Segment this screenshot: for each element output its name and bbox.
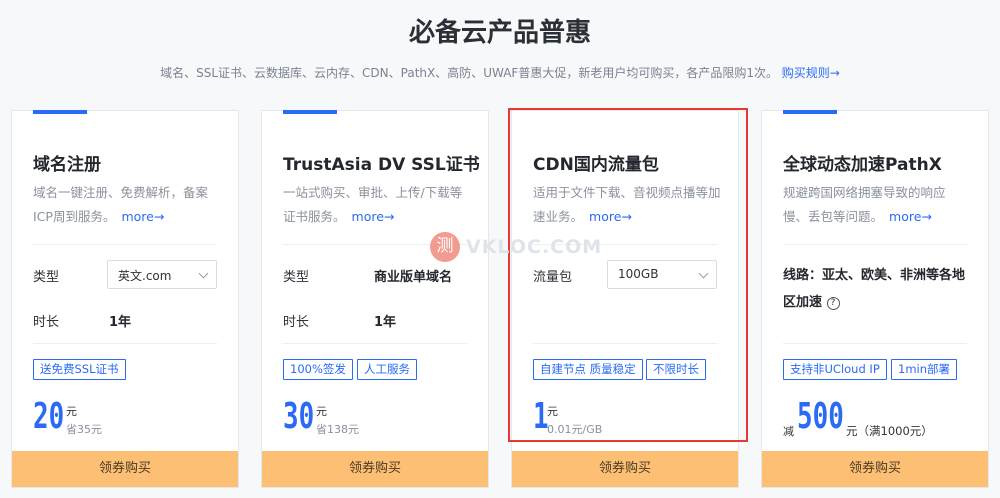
feature-tag: 支持非UCloud IP bbox=[783, 359, 887, 380]
card-ssl: TrustAsia DV SSL证书 一站式购买、审批、上传/下载等证书服务。 m… bbox=[261, 110, 489, 488]
price-unit: 元 bbox=[547, 405, 558, 418]
card-desc: 适用于文件下载、音视频点播等加速业务。 more→ bbox=[533, 181, 724, 229]
type-label: 类型 bbox=[33, 270, 60, 285]
feature-tag: 自建节点 质量稳定 bbox=[533, 359, 643, 380]
watermark-text: VKLOC.COM bbox=[466, 236, 603, 258]
traffic-package-label: 流量包 bbox=[533, 270, 573, 285]
help-icon[interactable]: ? bbox=[826, 297, 840, 310]
type-select[interactable]: 英文.com bbox=[107, 260, 217, 289]
duration-label: 时长 bbox=[283, 315, 310, 330]
card-title: 域名注册 bbox=[33, 155, 101, 175]
type-select-value: 英文.com bbox=[118, 269, 172, 283]
price-unit: 元 bbox=[316, 405, 327, 418]
divider bbox=[783, 343, 967, 344]
subtitle-text: 域名、SSL证书、云数据库、云内存、CDN、PathX、高防、UWAF普惠大促，… bbox=[160, 66, 778, 80]
savings-text: 省35元 bbox=[66, 423, 102, 436]
card-cdn: CDN国内流量包 适用于文件下载、音视频点播等加速业务。 more→ 流量包 10… bbox=[511, 110, 739, 488]
discount-prefix: 减 bbox=[783, 425, 794, 438]
duration-label: 时长 bbox=[33, 315, 60, 330]
more-link[interactable]: more→ bbox=[589, 209, 632, 224]
card-title: TrustAsia DV SSL证书 bbox=[283, 155, 480, 175]
chevron-down-icon bbox=[198, 268, 209, 279]
duration-value: 1年 bbox=[374, 315, 397, 330]
card-pathx: 全球动态加速PathX 规避跨国网络拥塞导致的响应慢、丢包等问题。 more→ 线… bbox=[761, 110, 989, 488]
feature-tag: 不限时长 bbox=[646, 359, 706, 380]
purchase-rules-link[interactable]: 购买规则→ bbox=[782, 66, 840, 80]
card-title: CDN国内流量包 bbox=[533, 155, 659, 175]
price-value: 500 bbox=[797, 396, 844, 437]
buy-with-coupon-button[interactable]: 领券购买 bbox=[262, 451, 488, 487]
traffic-package-value: 100GB bbox=[618, 267, 659, 281]
type-value: 商业版单域名 bbox=[374, 270, 453, 285]
card-desc: 规避跨国网络拥塞导致的响应慢、丢包等问题。 more→ bbox=[783, 181, 958, 229]
price-value: 30 bbox=[283, 396, 315, 437]
more-link[interactable]: more→ bbox=[352, 209, 395, 224]
more-link[interactable]: more→ bbox=[889, 209, 932, 224]
divider bbox=[283, 343, 467, 344]
card-desc: 域名一键注册、免费解析，备案ICP周到服务。 more→ bbox=[33, 181, 214, 229]
divider bbox=[783, 244, 967, 245]
buy-with-coupon-button[interactable]: 领券购买 bbox=[12, 451, 238, 487]
traffic-package-select[interactable]: 100GB bbox=[607, 260, 717, 289]
more-link[interactable]: more→ bbox=[121, 209, 164, 224]
route-coverage-text: 线路：亚太、欧美、非洲等各地区加速 ? bbox=[783, 262, 966, 316]
chevron-down-icon bbox=[698, 268, 709, 279]
feature-tag: 人工服务 bbox=[357, 359, 417, 380]
card-accent-bar bbox=[783, 110, 837, 114]
card-accent-bar bbox=[283, 110, 337, 114]
buy-with-coupon-button[interactable]: 领券购买 bbox=[762, 451, 988, 487]
unit-price-text: 0.01元/GB bbox=[547, 423, 603, 436]
divider bbox=[33, 244, 217, 245]
price-unit: 元 bbox=[66, 405, 77, 418]
feature-tag: 100%签发 bbox=[283, 359, 353, 380]
card-title: 全球动态加速PathX bbox=[783, 155, 942, 175]
savings-text: 省138元 bbox=[316, 423, 359, 436]
card-desc: 一站式购买、审批、上传/下载等证书服务。 more→ bbox=[283, 181, 474, 229]
route-coverage-label: 线路：亚太、欧美、非洲等各地区加速 bbox=[783, 268, 966, 310]
card-accent-bar bbox=[33, 110, 87, 114]
type-label: 类型 bbox=[283, 270, 310, 285]
buy-with-coupon-button[interactable]: 领券购买 bbox=[512, 451, 738, 487]
price-value: 20 bbox=[33, 396, 65, 437]
card-domain: 域名注册 域名一键注册、免费解析，备案ICP周到服务。 more→ 类型 英文.c… bbox=[11, 110, 239, 488]
duration-value: 1年 bbox=[109, 315, 132, 330]
divider bbox=[533, 343, 717, 344]
feature-tag: 1min部署 bbox=[891, 359, 958, 380]
watermark-logo-icon: 测 bbox=[430, 232, 460, 262]
feature-tag: 送免费SSL证书 bbox=[33, 359, 126, 380]
divider bbox=[33, 343, 217, 344]
page-title: 必备云产品普惠 bbox=[408, 18, 591, 48]
page-subtitle: 域名、SSL证书、云数据库、云内存、CDN、PathX、高防、UWAF普惠大促，… bbox=[0, 64, 1000, 81]
price-unit: 元（满1000元） bbox=[846, 424, 933, 438]
